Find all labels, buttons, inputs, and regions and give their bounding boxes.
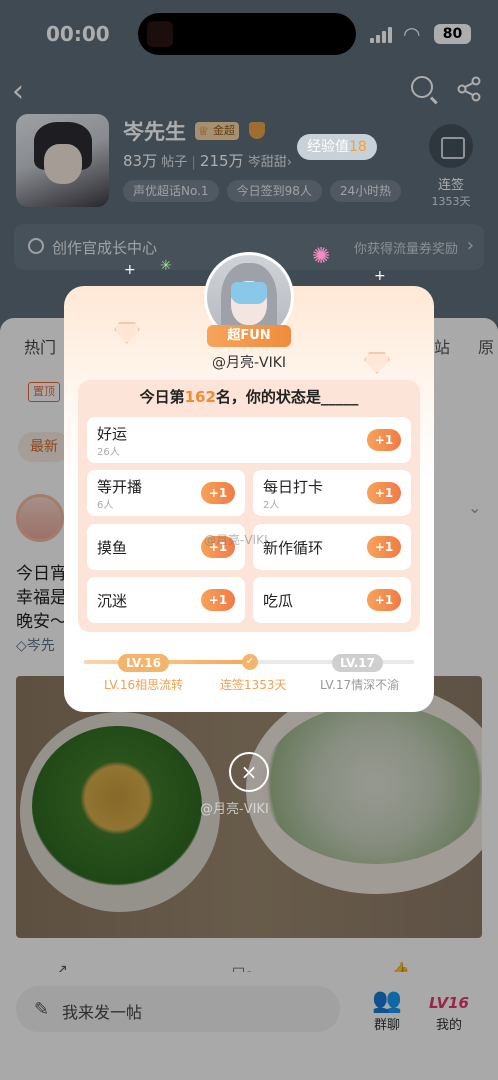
status-option-xinzuoxunhuan[interactable]: 新作循环 +1 (253, 524, 411, 570)
super-fun-badge: 超FUN (207, 325, 291, 347)
level-next: LV.17 (332, 654, 383, 672)
plus-one-button[interactable]: +1 (367, 589, 401, 611)
exp-value: 18 (349, 139, 367, 155)
checkin-rank: 162 (184, 388, 216, 406)
plus-one-button[interactable]: +1 (201, 589, 235, 611)
check-icon: ✓ (242, 654, 258, 670)
level-current-caption: LV.16相思流转 (104, 678, 184, 692)
plus-one-button[interactable]: +1 (367, 429, 401, 451)
level-current: LV.16 (118, 654, 169, 672)
status-option-chenmi[interactable]: 沉迷 +1 (87, 577, 245, 623)
level-progress-fill (84, 660, 256, 664)
modal-username: @月亮-VIKI (211, 355, 287, 371)
exp-label: 经验值 (307, 139, 349, 155)
photo-watermark: @月亮-VIKI (200, 802, 269, 817)
status-question: 今日第162名，你的状态是_____ (139, 388, 359, 406)
streak-caption: 连签1353天 (220, 678, 287, 692)
sparkle-icon: + (374, 268, 386, 284)
level-next-caption: LV.17情深不渝 (320, 678, 400, 692)
plus-one-button[interactable]: +1 (367, 482, 401, 504)
status-option-dengkaibo[interactable]: 等开播 6人 +1 (87, 470, 245, 516)
sparkle-icon: ✺ (312, 244, 331, 269)
image-watermark: @月亮-VIKI (204, 533, 268, 547)
avatar-mask (231, 282, 267, 304)
status-question-card: 今日第162名，你的状态是_____ 好运 26人 +1 等开播 6人 +1 每日打卡 2… (78, 380, 420, 632)
status-option-meiridaka[interactable]: 每日打卡 2人 +1 (253, 470, 411, 516)
sparkle-icon: ✳ (160, 258, 172, 274)
status-option-haoyun[interactable]: 好运 26人 +1 (87, 417, 411, 463)
sparkle-icon: + (124, 262, 136, 278)
exp-tooltip: 经验值18 (297, 134, 377, 160)
plus-one-button[interactable]: +1 (201, 482, 235, 504)
diamond-icon (114, 322, 140, 344)
status-option-chigua[interactable]: 吃瓜 +1 (253, 577, 411, 623)
close-icon[interactable]: × (229, 752, 269, 792)
plus-one-button[interactable]: +1 (367, 536, 401, 558)
